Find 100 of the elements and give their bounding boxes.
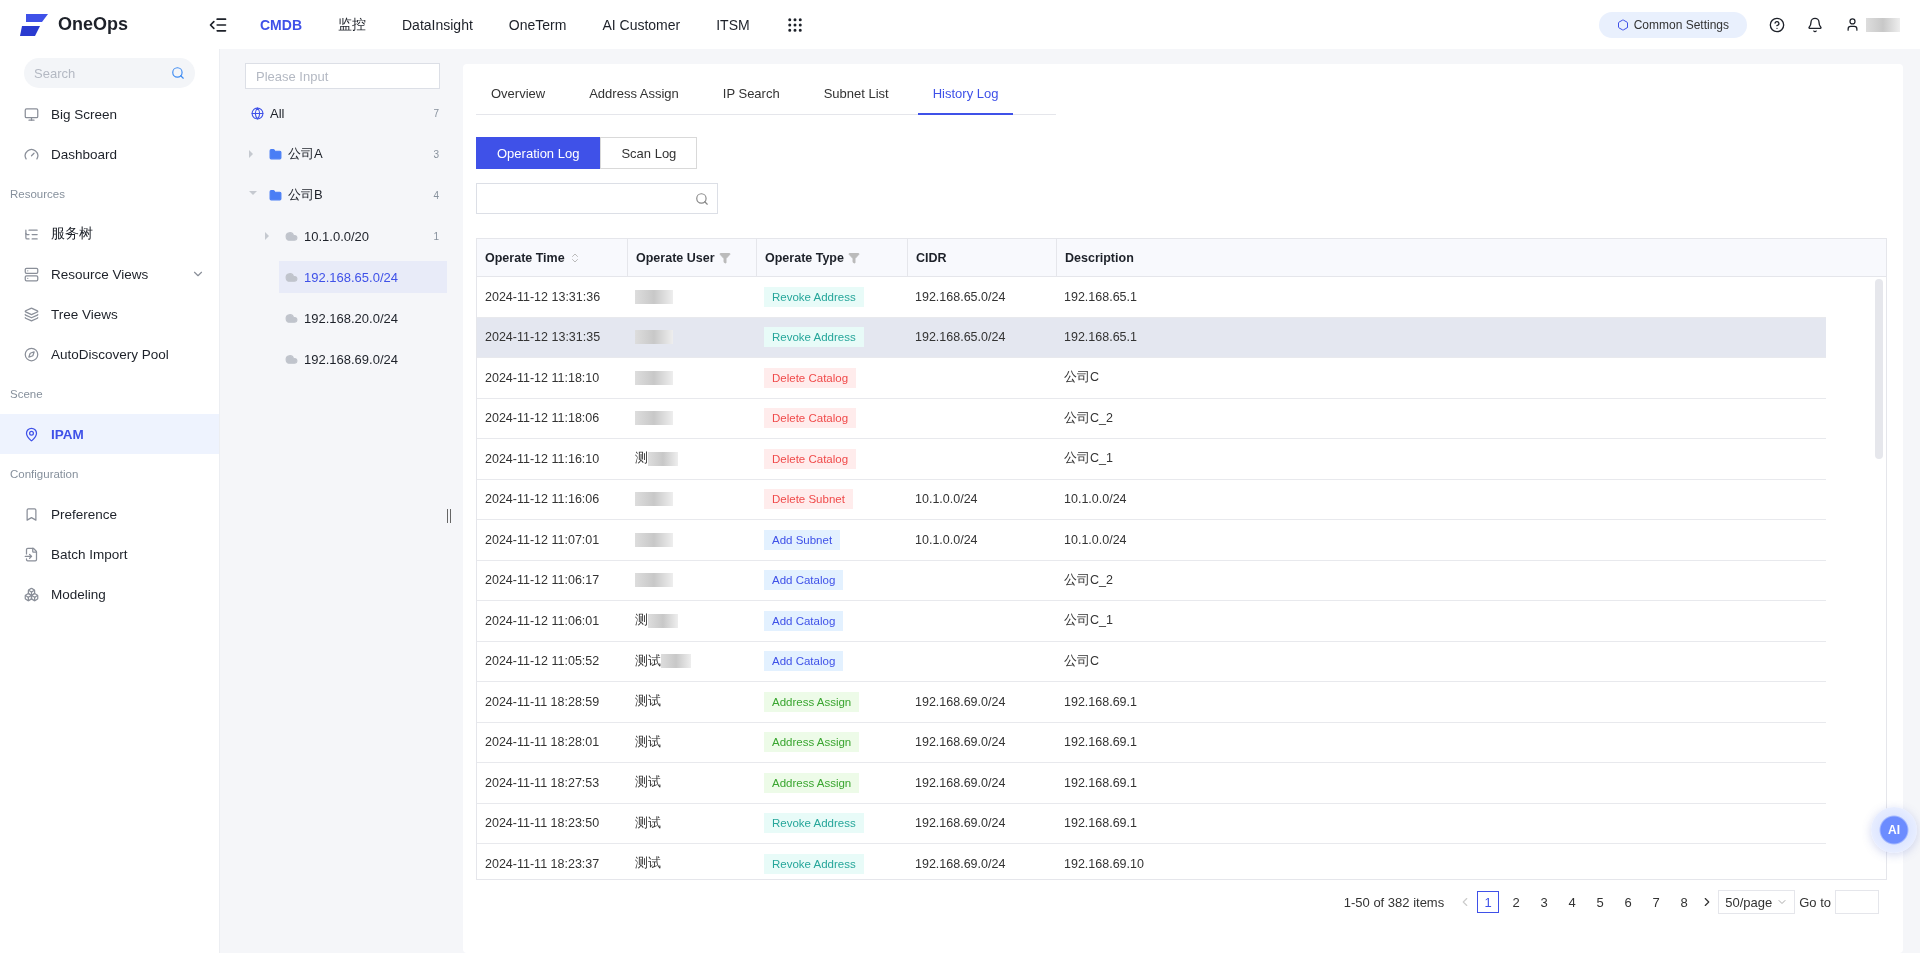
tab[interactable]: Address Assign — [574, 86, 694, 115]
common-settings-button[interactable]: Common Settings — [1598, 11, 1747, 38]
section-label: Scene — [9, 387, 44, 402]
operation-tag: Revoke Address — [764, 286, 864, 307]
table-cell-text: 2024-11-11 18:28:01 — [484, 734, 601, 752]
pagination-summary: 1-50 of 382 items — [1343, 894, 1445, 910]
operation-tag: Address Assign — [764, 691, 860, 712]
sidebar-item[interactable]: Big Screen — [0, 94, 219, 134]
hexagon-icon — [1616, 18, 1629, 31]
sidebar-item[interactable]: Dashboard — [0, 134, 219, 174]
folder-icon — [269, 188, 282, 202]
log-type-button[interactable]: Operation Log — [476, 137, 601, 169]
search-field[interactable]: Search — [24, 58, 195, 88]
tab[interactable]: History Log — [917, 86, 1014, 115]
table-cell-text: 192.168.69.1 — [1063, 693, 1138, 711]
goto-field[interactable] — [1835, 890, 1879, 914]
user-name: 测试 — [635, 774, 661, 792]
import-icon — [24, 546, 39, 562]
table-cell-text: 公司C_2 — [1063, 571, 1114, 589]
tab[interactable]: Overview — [476, 86, 561, 115]
operation-tag: Delete Catalog — [764, 448, 857, 469]
search-icon — [171, 66, 185, 80]
tree-node[interactable]: 192.168.65.0/24 — [279, 261, 447, 293]
table-cell-text: 2024-11-12 11:16:10 — [484, 450, 601, 468]
goto-label: Go to — [1799, 894, 1831, 910]
operation-tag: Revoke Address — [764, 327, 864, 348]
user-name: 测试 — [635, 733, 661, 751]
search-field[interactable] — [476, 183, 718, 214]
sidebar-item[interactable]: Modeling — [0, 574, 219, 614]
table-cell-text: 192.168.65.1 — [1063, 329, 1138, 347]
tree-search-field[interactable]: Please Input — [245, 63, 440, 89]
column-header: Operate Type — [765, 250, 844, 265]
operation-tag: Add Catalog — [764, 651, 844, 672]
sidebar-item[interactable]: IPAM — [0, 414, 219, 454]
table-cell-text: 2024-11-12 11:05:52 — [484, 653, 601, 671]
table-cell-text: 192.168.69.0/24 — [914, 774, 1007, 792]
sidebar-item[interactable]: Batch Import — [0, 534, 219, 574]
sidebar-item[interactable]: 服务树 — [0, 214, 219, 254]
search-icon — [695, 191, 709, 206]
tree-node[interactable]: 192.168.20.0/24 — [279, 302, 447, 334]
folder-icon — [269, 147, 282, 161]
apps-grid-icon[interactable] — [785, 15, 804, 34]
table-cell-text: 2024-11-11 18:23:37 — [484, 855, 601, 873]
sidebar-item[interactable]: Tree Views — [0, 294, 219, 334]
table-cell-text: 192.168.65.0/24 — [914, 288, 1007, 306]
filter-icon[interactable] — [847, 251, 860, 264]
table-cell-text: 192.168.65.0/24 — [914, 329, 1007, 347]
globe-icon — [251, 106, 264, 120]
table-cell-text: 10.1.0.0/24 — [1063, 531, 1128, 549]
tree-node[interactable]: 192.168.69.0/24 — [279, 343, 447, 375]
operation-tag: Delete Catalog — [764, 408, 857, 429]
table-cell-text: 公司C — [1063, 369, 1101, 387]
map-pin-icon — [24, 426, 39, 442]
tree-node[interactable]: 10.1.0.0/20 1 — [279, 220, 447, 252]
operation-tag: Revoke Address — [764, 813, 864, 834]
page-size-select[interactable]: 50/page — [1718, 890, 1796, 914]
layers-icon — [24, 306, 39, 322]
tab[interactable]: IP Search — [707, 86, 795, 115]
table-cell-text: 192.168.69.1 — [1063, 815, 1138, 833]
server-icon — [24, 266, 39, 282]
table-row[interactable]: 2024-11-12 13:31:35 Revoke Address 192.168.65.0/24 192.168.65.1 — [477, 317, 1826, 358]
tree-node[interactable]: All 7 — [245, 97, 447, 129]
column-header: CIDR — [916, 250, 947, 265]
nav-link[interactable]: AI Customer — [602, 16, 681, 33]
operation-tag: Add Catalog — [764, 610, 844, 631]
logo-icon — [20, 13, 50, 36]
tree-node[interactable]: 公司A 3 — [263, 138, 447, 170]
section-label: Configuration — [9, 467, 80, 482]
resize-handle[interactable] — [447, 509, 451, 523]
nav-link[interactable]: ITSM — [716, 16, 750, 33]
nav-link[interactable]: CMDB — [260, 16, 302, 33]
filter-icon[interactable] — [718, 251, 731, 264]
user-name: 测试 — [635, 814, 661, 832]
table-cell-text: 公司C — [1063, 652, 1101, 670]
page-button[interactable]: 1 — [1477, 891, 1500, 913]
table-cell-text: 2024-11-11 18:28:59 — [484, 693, 601, 711]
tree-node[interactable]: 公司B 4 — [263, 179, 447, 211]
scrollbar[interactable] — [1875, 279, 1883, 459]
table-cell-text: 公司C_2 — [1063, 409, 1114, 427]
table-cell-text: 2024-11-11 18:27:53 — [484, 774, 601, 792]
operation-tag: Add Catalog — [764, 570, 844, 591]
column-header: Operate Time — [485, 250, 565, 265]
sidebar-item[interactable]: Preference — [0, 494, 219, 534]
nav-link[interactable]: DataInsight — [402, 16, 473, 33]
cloud-icon — [285, 352, 298, 366]
log-type-button[interactable]: Scan Log — [600, 137, 698, 169]
compass-icon — [24, 346, 39, 362]
tab[interactable]: Subnet List — [808, 86, 904, 115]
user-icon[interactable] — [1845, 17, 1860, 32]
nav-link[interactable]: 监控 — [338, 15, 366, 34]
operation-tag: Revoke Address — [764, 853, 864, 874]
sidebar-item[interactable]: Resource Views — [0, 254, 219, 294]
help-icon[interactable] — [1769, 16, 1785, 33]
operation-tag: Address Assign — [764, 732, 860, 753]
sidebar-item[interactable]: AutoDiscovery Pool — [0, 334, 219, 374]
user-name: 测试 — [635, 693, 661, 711]
boxes-icon — [24, 586, 39, 602]
bell-icon[interactable] — [1807, 16, 1823, 33]
table-cell-text: 10.1.0.0/24 — [914, 531, 979, 549]
nav-link[interactable]: OneTerm — [508, 16, 567, 33]
